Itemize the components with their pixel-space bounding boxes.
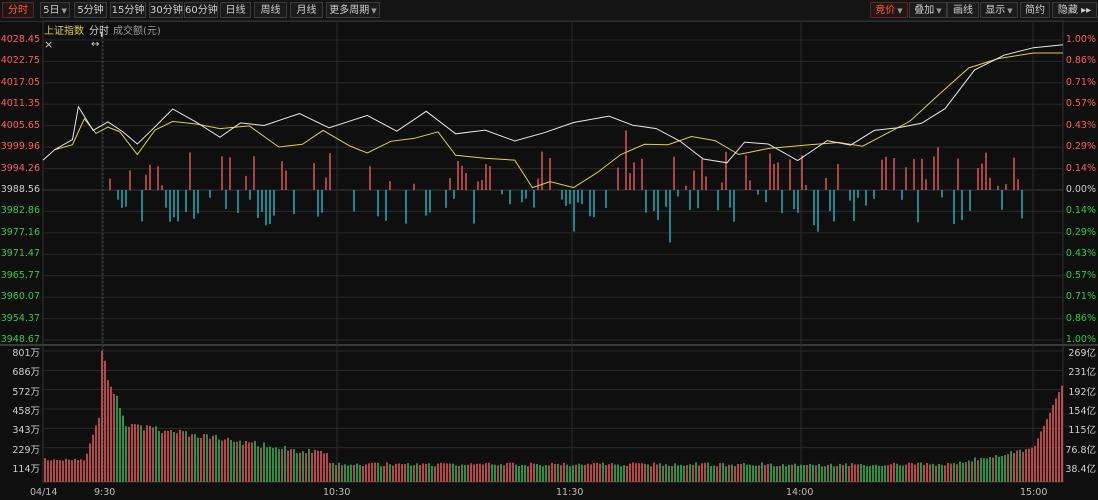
price-tick-label: 3954.37: [0, 312, 40, 324]
amount-tick-label: 38.4亿: [1065, 464, 1096, 475]
amount-tick-label: 154亿: [1068, 406, 1096, 417]
price-tick-label: 4022.75: [0, 55, 40, 67]
volume-tick-label: 572万: [12, 386, 40, 398]
chart-frame: [42, 20, 1064, 483]
price-tick-label: 3965.77: [0, 269, 40, 281]
index-timeshare-chart: 分时 5日 ▼ 5分钟 15分钟 30分钟 60分钟 日线 周线 月线 更多周期 ▼…: [0, 0, 1098, 500]
percent-tick-label: 0.57%: [1065, 98, 1096, 110]
percent-tick-label: 0.14%: [1065, 162, 1096, 174]
amount-tick-label: 192亿: [1068, 386, 1096, 398]
price-tick-label: 3977.16: [0, 226, 40, 238]
price-tick-label: 4005.65: [0, 119, 40, 131]
price-tick-label: 3988.56: [0, 184, 40, 195]
amount-tick-label: 115亿: [1068, 425, 1096, 437]
percent-tick-label: 0.71%: [1065, 76, 1096, 88]
price-tick-label: 3982.86: [0, 205, 40, 217]
volume-tick-label: 114万: [12, 464, 40, 475]
time-tick-label: 04/14: [30, 487, 58, 498]
grid-lines: [0, 20, 1098, 483]
price-tick-label: 4017.05: [0, 76, 40, 88]
average-price-line: [54, 52, 1063, 189]
percent-tick-label: 1.00%: [1065, 334, 1096, 345]
percent-tick-label: 0.00%: [1065, 184, 1096, 195]
percent-tick-label: 0.14%: [1065, 205, 1096, 217]
index-name-label: 上证指数: [44, 26, 84, 37]
percent-tick-label: 0.29%: [1065, 141, 1096, 153]
volume-tick-label: 801万: [12, 348, 40, 359]
percent-tick-label: 0.86%: [1065, 312, 1096, 324]
chart-canvas[interactable]: [0, 0, 1098, 500]
time-tick-label: 11:30: [556, 487, 584, 498]
amount-tick-label: 76.8亿: [1065, 444, 1096, 456]
volume-tick-label: 343万: [12, 425, 40, 437]
time-tick-label: 14:00: [786, 487, 814, 498]
price-tick-label: 3948.67: [0, 334, 40, 345]
close-icon[interactable]: ×: [44, 38, 53, 51]
percent-tick-label: 0.57%: [1065, 269, 1096, 281]
price-tick-label: 3971.47: [0, 248, 40, 260]
percent-tick-label: 0.29%: [1065, 226, 1096, 238]
amount-tick-label: 231亿: [1068, 367, 1096, 379]
percent-tick-label: 0.43%: [1065, 119, 1096, 131]
amount-tick-label: 269亿: [1068, 348, 1096, 359]
price-tick-label: 4011.35: [0, 98, 40, 110]
time-tick-label: 9:30: [94, 487, 116, 498]
time-tick-label: 10:30: [323, 487, 351, 498]
resize-icon[interactable]: ↔: [91, 39, 99, 50]
volume-tick-label: 229万: [12, 444, 40, 456]
time-tick-label: 15:00: [1020, 487, 1048, 498]
volume-unit-label: 成交额(元): [113, 26, 161, 37]
percent-tick-label: 0.71%: [1065, 291, 1096, 303]
price-tick-label: 3960.07: [0, 291, 40, 303]
price-tick-label: 3999.96: [0, 141, 40, 153]
percent-tick-label: 1.00%: [1065, 34, 1096, 45]
price-tick-label: 3994.26: [0, 162, 40, 174]
price-tick-label: 4028.45: [0, 34, 40, 45]
volume-tick-label: 458万: [12, 406, 40, 417]
price-line: [42, 44, 1064, 164]
volume-tick-label: 686万: [12, 367, 40, 379]
percent-tick-label: 0.86%: [1065, 55, 1096, 67]
percent-tick-label: 0.43%: [1065, 248, 1096, 260]
pin-icon[interactable]: ⬇: [99, 31, 105, 39]
